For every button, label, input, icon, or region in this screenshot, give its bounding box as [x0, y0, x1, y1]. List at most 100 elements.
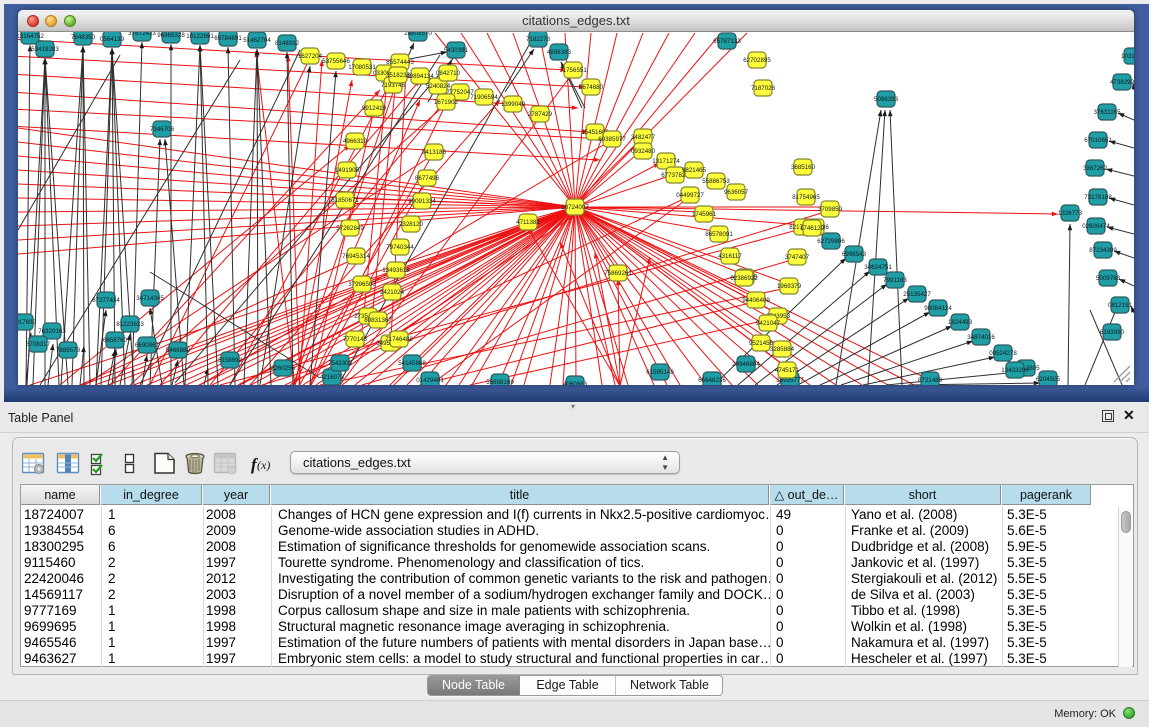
svg-text:25135427: 25135427	[903, 291, 931, 298]
svg-text:53755646: 53755646	[322, 58, 350, 65]
svg-text:60385977: 60385977	[598, 136, 626, 143]
svg-text:13171274: 13171274	[652, 158, 680, 165]
svg-text:0842710: 0842710	[436, 70, 461, 77]
svg-text:5466889: 5466889	[166, 347, 191, 354]
svg-text:4896383: 4896383	[547, 49, 572, 56]
svg-text:55886753: 55886753	[702, 178, 730, 185]
svg-text:4738299: 4738299	[1110, 79, 1134, 86]
svg-text:7346706: 7346706	[150, 126, 175, 133]
svg-text:54145868: 54145868	[398, 360, 426, 367]
svg-text:79740344: 79740344	[386, 244, 414, 251]
svg-text:3482477: 3482477	[631, 134, 656, 141]
svg-text:81754965: 81754965	[792, 194, 820, 201]
svg-text:3709859: 3709859	[818, 206, 843, 213]
svg-text:6658760: 6658760	[103, 337, 128, 344]
svg-text:8721489: 8721489	[918, 377, 943, 384]
svg-text:51462704: 51462704	[243, 37, 271, 44]
svg-text:1627204: 1627204	[298, 53, 323, 60]
svg-text:85574443: 85574443	[386, 59, 414, 66]
svg-text:4216073: 4216073	[320, 374, 345, 381]
svg-text:7770143: 7770143	[343, 336, 368, 343]
svg-text:6193990: 6193990	[1100, 329, 1125, 336]
svg-text:13493618: 13493618	[382, 267, 410, 274]
svg-text:8677496: 8677496	[415, 175, 440, 182]
svg-text:62386922: 62386922	[730, 275, 758, 282]
svg-text:3285884: 3285884	[770, 346, 795, 353]
svg-text:4316117: 4316117	[718, 253, 742, 260]
svg-text:87234309: 87234309	[1089, 247, 1117, 254]
svg-text:71756551: 71756551	[559, 67, 587, 74]
svg-text:2328120: 2328120	[399, 221, 424, 228]
svg-text:94406409: 94406409	[742, 297, 770, 304]
svg-text:73178108: 73178108	[1084, 194, 1112, 201]
svg-text:1491905: 1491905	[335, 167, 360, 174]
svg-text:18724007: 18724007	[561, 204, 589, 211]
svg-text:87277434: 87277434	[92, 297, 120, 304]
svg-text:9421047: 9421047	[756, 320, 781, 327]
svg-text:4060883: 4060883	[563, 381, 588, 385]
svg-text:53419283: 53419283	[31, 46, 59, 53]
svg-text:5098393: 5098393	[874, 96, 899, 103]
svg-text:98084124: 98084124	[924, 305, 952, 312]
svg-text:5430391: 5430391	[444, 47, 469, 54]
svg-text:1746120: 1746120	[800, 225, 825, 232]
svg-text:5009788: 5009788	[1096, 275, 1121, 282]
svg-text:65648236: 65648236	[698, 377, 726, 384]
svg-text:1671902: 1671902	[434, 99, 459, 106]
svg-text:7648350: 7648350	[71, 34, 96, 41]
svg-text:7187026: 7187026	[751, 85, 776, 92]
svg-text:6998543: 6998543	[842, 251, 867, 258]
svg-text:37996507: 37996507	[348, 281, 376, 288]
svg-text:4711382: 4711382	[516, 219, 540, 226]
svg-text:55698169: 55698169	[486, 379, 514, 385]
svg-text:3158692: 3158692	[218, 357, 243, 364]
svg-text:71746488: 71746488	[385, 336, 413, 343]
svg-text:2421024: 2421024	[380, 289, 405, 296]
svg-text:8708317: 8708317	[26, 341, 51, 348]
svg-text:1326773: 1326773	[1058, 210, 1083, 217]
svg-text:34624751: 34624751	[864, 264, 892, 271]
svg-text:02606474: 02606474	[1082, 223, 1110, 230]
svg-text:2260256: 2260256	[271, 365, 296, 372]
svg-text:10122691: 10122691	[186, 33, 214, 40]
svg-text:(x): (x)	[257, 458, 270, 472]
svg-text:4966319: 4966319	[343, 138, 368, 145]
svg-text:3387262: 3387262	[1083, 165, 1108, 172]
svg-text:1745961: 1745961	[692, 211, 717, 218]
svg-text:28809570: 28809570	[404, 32, 432, 37]
svg-text:81223623: 81223623	[116, 321, 144, 328]
svg-text:04499727: 04499727	[676, 192, 704, 199]
svg-text:65787133: 65787133	[713, 38, 741, 45]
svg-text:37672423: 37672423	[128, 32, 156, 37]
svg-text:62702895: 62702895	[743, 57, 771, 64]
svg-text:13433200: 13433200	[1001, 367, 1029, 374]
svg-text:9636057: 9636057	[724, 189, 749, 196]
svg-text:34714345: 34714345	[136, 295, 164, 302]
svg-text:8148932: 8148932	[275, 40, 300, 47]
svg-text:0812191: 0812191	[1108, 302, 1133, 309]
svg-text:7991183: 7991183	[883, 277, 907, 284]
svg-text:9413186: 9413186	[422, 149, 447, 156]
svg-text:1824493: 1824493	[948, 319, 973, 326]
svg-text:76945314: 76945314	[342, 253, 370, 260]
svg-text:13164752: 13164752	[18, 33, 44, 40]
svg-text:0564139: 0564139	[100, 36, 125, 43]
svg-text:7543303: 7543303	[328, 360, 353, 367]
svg-text:9912419: 9912419	[362, 105, 387, 112]
svg-text:67010651: 67010651	[1084, 137, 1112, 144]
svg-text:9821465: 9821465	[682, 167, 707, 174]
svg-text:3685160: 3685160	[791, 164, 816, 171]
svg-text:71906594: 71906594	[470, 94, 498, 101]
svg-text:7182278: 7182278	[526, 36, 551, 43]
svg-text:7917693: 7917693	[18, 319, 37, 326]
svg-text:01429401: 01429401	[416, 377, 444, 384]
svg-text:4745171: 4745171	[775, 367, 800, 374]
svg-text:62729806: 62729806	[817, 238, 845, 245]
svg-text:1031051: 1031051	[1121, 53, 1134, 60]
svg-text:1969379: 1969379	[777, 283, 802, 290]
svg-text:37631165: 37631165	[1093, 109, 1121, 116]
svg-text:3747407: 3747407	[785, 254, 810, 261]
svg-text:2787429: 2787429	[528, 111, 553, 118]
svg-text:96965328: 96965328	[157, 32, 185, 39]
svg-text:51850671: 51850671	[331, 197, 359, 204]
